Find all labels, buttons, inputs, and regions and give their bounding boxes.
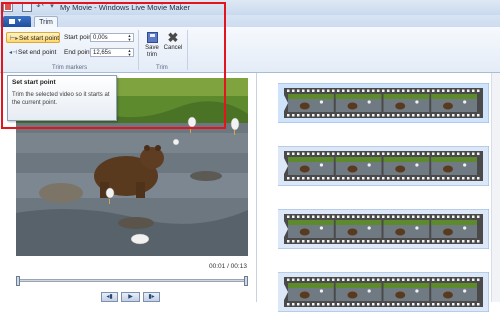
storyboard-clip[interactable] — [278, 272, 489, 312]
play-icon: ▶ — [128, 294, 133, 300]
storyboard — [257, 73, 500, 312]
storyboard-clip[interactable] — [278, 209, 489, 249]
trim-start-handle[interactable] — [16, 276, 20, 286]
next-frame-button[interactable]: ▮▸ — [143, 292, 160, 302]
trim-end-handle[interactable] — [244, 276, 248, 286]
play-button[interactable]: ▶ — [121, 292, 140, 302]
storyboard-scrollbar[interactable] — [491, 73, 500, 302]
storyboard-clip[interactable] — [278, 83, 489, 123]
previous-frame-icon: ◂▮ — [106, 294, 113, 300]
storyboard-clip[interactable] — [278, 146, 489, 186]
playback-time: 00:01 / 00:13 — [209, 263, 247, 270]
clip-filmstrip-image — [278, 209, 489, 249]
clip-filmstrip-image — [278, 146, 489, 186]
slider-track — [16, 279, 248, 282]
highlight-annotation — [1, 2, 226, 129]
clip-filmstrip-image — [278, 272, 489, 312]
next-frame-icon: ▮▸ — [148, 294, 155, 300]
clip-filmstrip-image — [278, 83, 489, 123]
trim-slider[interactable] — [16, 276, 248, 286]
previous-frame-button[interactable]: ◂▮ — [101, 292, 118, 302]
